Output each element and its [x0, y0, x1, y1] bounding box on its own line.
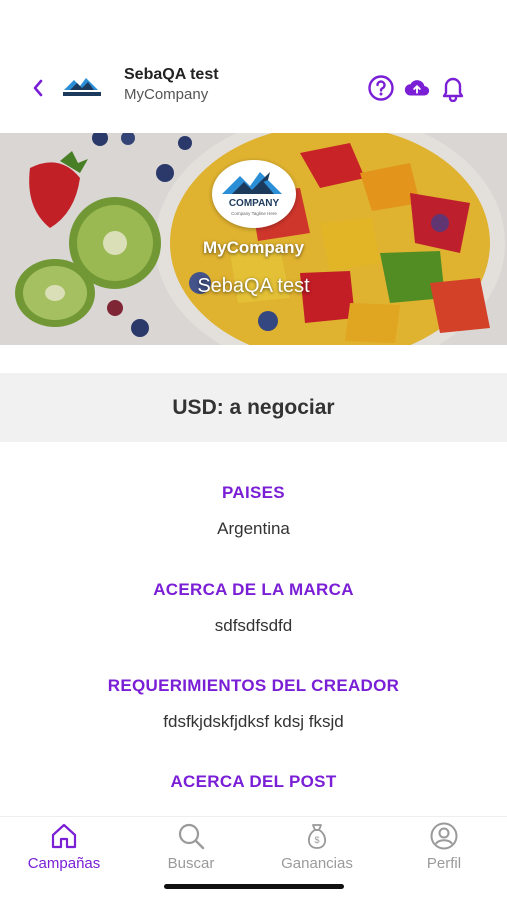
price-text: USD: a negociar	[172, 395, 335, 419]
brand-logo: COMPANY Company Tagline Here	[212, 160, 296, 228]
app-header: SebaQA test MyCompany	[0, 60, 507, 116]
section-title: REQUERIMIENTOS DEL CREADOR	[107, 676, 400, 695]
section-value: sdfsdfsdfd	[214, 616, 293, 635]
help-button[interactable]	[367, 74, 395, 102]
section-title: PAISES	[222, 483, 285, 502]
upload-button[interactable]	[403, 74, 431, 102]
home-indicator	[164, 884, 344, 889]
header-subtitle: MyCompany	[124, 86, 209, 103]
svg-text:$: $	[314, 835, 319, 845]
banner-company-name: MyCompany	[202, 238, 305, 257]
notifications-button[interactable]	[439, 74, 467, 102]
section-value: Argentina	[217, 519, 290, 538]
section-requerimientos: REQUERIMIENTOS DEL CREADOR fdsfkjdskfjdk…	[0, 676, 507, 732]
money-bag-icon: $	[307, 824, 327, 849]
tab-label: Ganancias	[281, 855, 353, 872]
section-title: ACERCA DE LA MARCA	[153, 580, 354, 599]
section-value: fdsfkjdskfjdksf kdsj fksjd	[163, 712, 344, 731]
tab-label: Campañas	[27, 855, 101, 872]
tab-label: Buscar	[167, 855, 215, 872]
banner-campaign-name: SebaQA test	[197, 275, 310, 297]
section-paises: PAISES Argentina	[0, 483, 507, 539]
tab-buscar[interactable]: Buscar	[141, 821, 241, 872]
price-band: USD: a negociar	[0, 373, 507, 442]
section-acerca-post: ACERCA DEL POST	[0, 772, 507, 792]
home-icon	[51, 823, 77, 849]
section-acerca-marca: ACERCA DE LA MARCA sdfsdfsdfd	[0, 580, 507, 636]
tab-perfil[interactable]: Perfil	[394, 821, 494, 872]
tab-campanas[interactable]: Campañas	[14, 821, 114, 872]
tab-label: Perfil	[426, 855, 462, 872]
back-button[interactable]	[28, 76, 48, 100]
header-title: SebaQA test	[124, 66, 219, 83]
back-chevron-icon	[33, 79, 43, 97]
search-icon	[178, 823, 205, 850]
tab-ganancias[interactable]: $ Ganancias	[267, 821, 367, 872]
help-icon	[368, 75, 394, 101]
brand-logo-tagline: Company Tagline Here	[231, 211, 277, 216]
section-title: ACERCA DEL POST	[170, 772, 337, 791]
brand-logo-text: COMPANY	[229, 198, 280, 209]
company-logo-small	[60, 72, 104, 102]
cloud-upload-icon	[404, 80, 430, 96]
bell-icon	[442, 77, 464, 102]
profile-icon	[430, 822, 458, 850]
